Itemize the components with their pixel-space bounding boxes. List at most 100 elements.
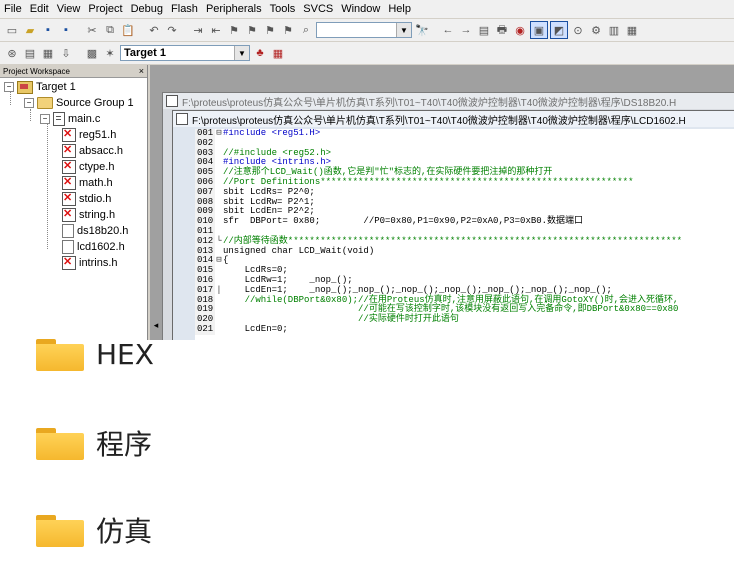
- menu-help[interactable]: Help: [384, 0, 415, 18]
- tree-label: reg51.h: [79, 129, 117, 141]
- fold-marker[interactable]: └: [215, 236, 223, 247]
- tree-label: stdio.h: [79, 193, 112, 205]
- folder-name: HEX: [96, 337, 154, 371]
- missing-file-icon: [62, 255, 76, 270]
- target-options-icon[interactable]: ✶: [102, 45, 118, 61]
- folder-item-simulation[interactable]: 仿真: [36, 510, 152, 550]
- code-text: unsigned char LCD_Wait(void): [223, 245, 375, 256]
- open-folder-icon[interactable]: ▰: [22, 22, 38, 38]
- tree-item-source-group[interactable]: − Source Group 1: [24, 95, 134, 111]
- tree-item-target[interactable]: − Target 1: [4, 79, 76, 95]
- code-text: sbit LcdRs= P2^0;: [223, 186, 315, 197]
- output-view-icon[interactable]: ▦: [624, 22, 640, 38]
- bookmark-next-icon[interactable]: ⚑: [262, 22, 278, 38]
- paste-icon[interactable]: 📋: [120, 22, 136, 38]
- workspace-header: Project Workspace ×: [0, 65, 147, 78]
- tree-item-header[interactable]: string.h: [62, 207, 115, 223]
- find-icon[interactable]: 🔭: [414, 22, 430, 38]
- menu-file[interactable]: File: [0, 0, 26, 18]
- window-toggle-icon[interactable]: ▣: [530, 21, 548, 39]
- tree-label: lcd1602.h: [77, 241, 125, 253]
- code-line[interactable]: 001 ⊟#include <reg51.H>: [195, 129, 734, 139]
- undo-icon[interactable]: ↶: [146, 22, 162, 38]
- code-line[interactable]: 021 LcdEn=0;: [195, 324, 734, 335]
- folder-name: 仿真: [96, 515, 153, 548]
- fold-marker[interactable]: ⊟: [215, 129, 223, 139]
- tree-item-header[interactable]: math.h: [62, 175, 113, 191]
- tree-item-header[interactable]: ctype.h: [62, 159, 114, 175]
- document-title-bar[interactable]: F:\proteus\proteus仿真公众号\单片机仿真\T系列\T01~T4…: [173, 111, 734, 127]
- menu-svcs[interactable]: SVCS: [299, 0, 337, 18]
- c-file-icon: [53, 112, 65, 126]
- folder-item-hex[interactable]: HEX: [36, 334, 154, 374]
- chevron-down-icon[interactable]: ▼: [234, 46, 249, 60]
- browse-icon[interactable]: ▤: [476, 22, 492, 38]
- redo-icon[interactable]: ↷: [164, 22, 180, 38]
- menu-project[interactable]: Project: [84, 0, 126, 18]
- workspace-view-icon[interactable]: ▥: [606, 22, 622, 38]
- debug-icon[interactable]: ◉: [512, 22, 528, 38]
- rebuild-icon[interactable]: ▦: [40, 45, 56, 61]
- document-title-bar[interactable]: F:\proteus\proteus仿真公众号\单片机仿真\T系列\T01~T4…: [163, 93, 734, 109]
- code-line[interactable]: 010 sfr DBPort= 0x80; //P0=0x80,P1=0x90,P…: [195, 216, 734, 227]
- save-icon[interactable]: ▪: [40, 22, 56, 38]
- find-in-files-icon[interactable]: ⌕: [298, 22, 314, 38]
- compile-icon[interactable]: ⊛: [4, 45, 20, 61]
- tree-item-header[interactable]: stdio.h: [62, 191, 111, 207]
- menu-debug[interactable]: Debug: [127, 0, 167, 18]
- menu-tools[interactable]: Tools: [266, 0, 300, 18]
- code-line[interactable]: 013 unsigned char LCD_Wait(void): [195, 245, 734, 257]
- target-select[interactable]: Target 1 ▼: [120, 45, 250, 61]
- chevron-down-icon[interactable]: ▼: [396, 23, 411, 37]
- code-editor[interactable]: 001 ⊟#include <reg51.H> 002 003//#include <…: [195, 129, 734, 340]
- tree-item-main-c[interactable]: − main.c: [40, 111, 100, 127]
- menu-flash[interactable]: Flash: [167, 0, 202, 18]
- code-text: //实际硬件时打开此语句: [223, 314, 459, 325]
- tree-item-header[interactable]: intrins.h: [62, 255, 118, 271]
- tree-item-header[interactable]: lcd1602.h: [62, 239, 125, 255]
- cut-icon[interactable]: ✂: [84, 22, 100, 38]
- folder-item-program[interactable]: 程序: [36, 423, 152, 463]
- options-icon[interactable]: ♣: [252, 45, 268, 61]
- code-text: LcdRs=0;: [223, 265, 288, 276]
- menu-window[interactable]: Window: [337, 0, 384, 18]
- document-icon: [176, 113, 188, 125]
- fold-marker[interactable]: |: [215, 285, 223, 296]
- menu-view[interactable]: View: [53, 0, 85, 18]
- config-icon[interactable]: ⚙: [588, 22, 604, 38]
- bookmark-clear-icon[interactable]: ⚑: [280, 22, 296, 38]
- collapse-icon[interactable]: −: [40, 114, 50, 124]
- collapse-icon[interactable]: −: [24, 98, 34, 108]
- tree-item-header[interactable]: reg51.h: [62, 127, 116, 143]
- save-all-icon[interactable]: ▪: [58, 22, 74, 38]
- tree-item-header[interactable]: ds18b20.h: [62, 223, 128, 239]
- download-icon[interactable]: ⇩: [58, 45, 74, 61]
- document-window-lcd1602[interactable]: F:\proteus\proteus仿真公众号\单片机仿真\T系列\T01~T4…: [172, 110, 734, 340]
- stop-build-icon[interactable]: ▩: [84, 45, 100, 61]
- copy-icon[interactable]: ⧉: [102, 22, 118, 38]
- folder-icon: [36, 513, 84, 547]
- back-arrow-icon[interactable]: ←: [440, 22, 456, 38]
- missing-file-icon: [62, 127, 76, 142]
- forward-arrow-icon[interactable]: →: [458, 22, 474, 38]
- new-file-icon[interactable]: ▭: [4, 22, 20, 38]
- collapse-icon[interactable]: −: [4, 82, 14, 92]
- indent-icon[interactable]: ⇥: [190, 22, 206, 38]
- build-icon[interactable]: ▤: [22, 45, 38, 61]
- bookmark-prev-icon[interactable]: ⚑: [244, 22, 260, 38]
- bookmark-toggle-icon[interactable]: ⚑: [226, 22, 242, 38]
- project-workspace-panel: Project Workspace × − Target 1 − Source …: [0, 65, 148, 340]
- menu-edit[interactable]: Edit: [26, 0, 53, 18]
- components-icon[interactable]: ▦: [270, 45, 286, 61]
- breakpoint-icon[interactable]: ⊙: [570, 22, 586, 38]
- find-combo[interactable]: ▼: [316, 22, 412, 38]
- tree-item-header[interactable]: absacc.h: [62, 143, 123, 159]
- close-icon[interactable]: ×: [139, 66, 144, 76]
- print-icon[interactable]: 🖶: [494, 22, 510, 38]
- fold-marker[interactable]: ⊟: [215, 256, 223, 266]
- unindent-icon[interactable]: ⇤: [208, 22, 224, 38]
- menu-peripherals[interactable]: Peripherals: [202, 0, 266, 18]
- zoom-window-icon[interactable]: ◩: [550, 21, 568, 39]
- code-text: //内部等待函数********************************…: [223, 235, 683, 246]
- tree-label: main.c: [68, 113, 101, 125]
